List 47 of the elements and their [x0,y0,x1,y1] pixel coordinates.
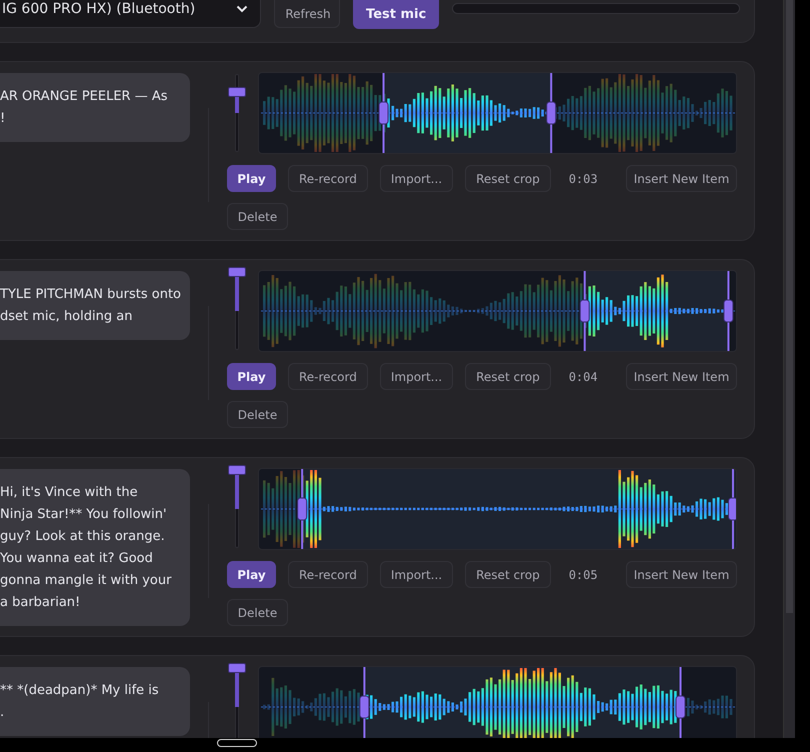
script-text-line: guy? Look at this orange. [0,528,166,546]
delete-button[interactable]: Delete [227,203,288,230]
action-button[interactable]: Re-record [288,165,368,192]
script-text-line: Hi, it's Vince with the [0,484,139,502]
duration-text: 0:04 [568,370,598,384]
crop-handle[interactable] [359,667,370,738]
script-text-line: ** *(deadpan)* My life is [0,682,160,700]
duration-text: 0:05 [568,568,598,582]
action-button[interactable]: Reset crop [465,561,551,588]
delete-button[interactable]: Delete [227,599,288,626]
duration-text: 0:03 [568,172,598,186]
script-text-line: . [0,704,6,722]
crop-handle[interactable] [378,73,388,153]
crop-handle[interactable] [546,73,556,153]
insert-item-button[interactable]: Insert New Item [626,165,737,192]
scrollbar[interactable] [783,0,795,738]
test-mic-button[interactable]: Test mic [353,0,439,29]
action-button[interactable]: Re-record [288,363,368,390]
action-button[interactable]: Import... [380,363,454,390]
script-text-line: Ninja Star!** You followin' [0,506,168,524]
crop-handle[interactable] [728,469,736,549]
script-text-line: You wanna eat it? Good [0,550,154,568]
action-button[interactable]: Re-record [288,561,368,588]
script-text-line: dset mic, holding an [0,308,134,326]
play-button[interactable]: Play [227,165,276,192]
refresh-button[interactable]: Refresh [274,0,340,28]
delete-button[interactable]: Delete [227,401,288,428]
device-select[interactable]: IG 600 PRO HX) (Bluetooth) [0,0,262,28]
crop-handle[interactable] [580,271,590,351]
crop-handle[interactable] [297,469,308,549]
play-button[interactable]: Play [227,363,276,390]
crop-handle[interactable] [675,667,686,738]
action-button[interactable]: Reset crop [465,165,551,192]
script-text-line: a barbarian! [0,594,82,612]
script-text-line: TYLE PITCHMAN bursts onto [0,286,182,304]
crop-handle[interactable] [723,271,734,351]
script-text-line: gonna mangle it with your [0,572,172,590]
insert-item-button[interactable]: Insert New Item [626,561,737,588]
action-button[interactable]: Reset crop [465,363,551,390]
script-text-line: ! [0,110,6,128]
insert-item-button[interactable]: Insert New Item [626,363,737,390]
play-button[interactable]: Play [227,561,276,588]
action-button[interactable]: Import... [380,165,454,192]
script-text-line: AR ORANGE PEELER — As [0,88,169,106]
chevron-down-icon [236,5,248,13]
action-button[interactable]: Import... [380,561,454,588]
pill-outline-icon [217,739,257,747]
